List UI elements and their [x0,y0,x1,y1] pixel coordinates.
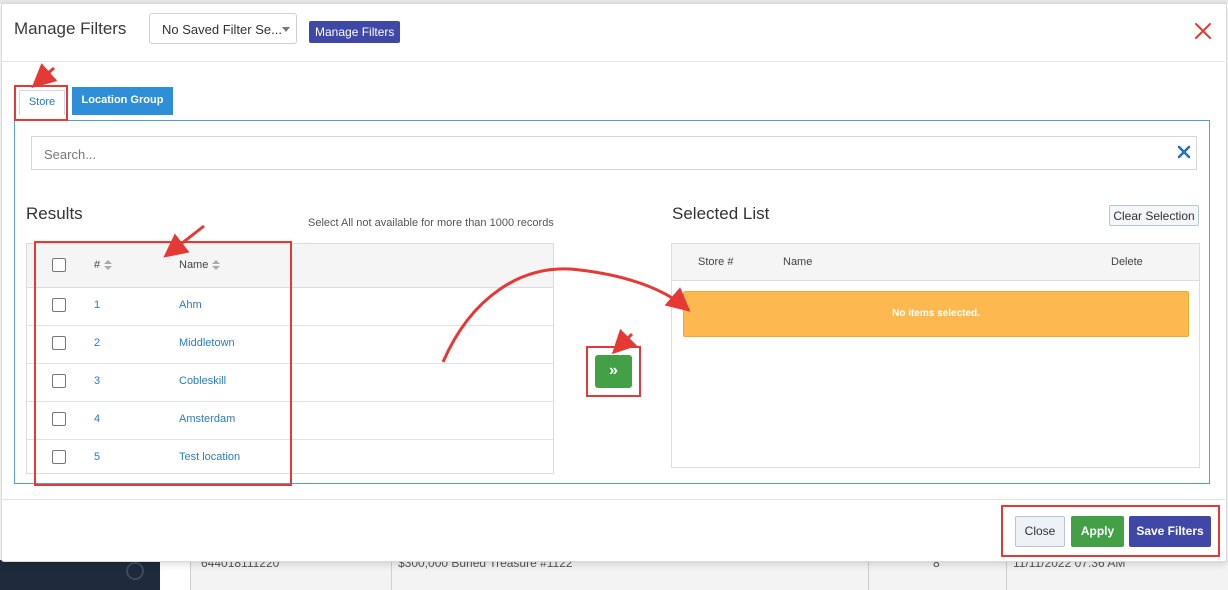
table-row: 2 Middletown [27,325,553,364]
double-chevron-right-icon: » [609,362,618,379]
apply-button[interactable]: Apply [1071,516,1124,547]
column-header-store-number: Store # [698,256,734,268]
column-label: Name [179,259,209,271]
saved-filter-value: No Saved Filter Se... [162,22,282,37]
store-number-link[interactable]: 1 [94,299,100,311]
add-selected-button[interactable]: » [595,355,632,388]
save-filters-button[interactable]: Save Filters [1129,516,1211,547]
sort-icon [212,259,221,271]
table-row: 5 Test location [27,439,553,477]
background-sidebar [0,560,160,590]
clear-search-icon[interactable] [1177,145,1191,159]
close-icon[interactable] [1192,20,1214,42]
tab-location-group[interactable]: Location Group [72,87,173,115]
background-sidebar-icon [126,562,144,580]
close-button[interactable]: Close [1015,516,1065,547]
sort-icon [104,259,113,271]
selected-list-title: Selected List [672,204,770,223]
column-label: # [94,259,101,271]
store-name-link[interactable]: Test location [179,451,240,463]
store-number-link[interactable]: 2 [94,337,100,349]
store-name-link[interactable]: Ahm [179,299,202,311]
results-table: # Name 1 Ahm 2 Middletown 3 Cobleskill 4… [26,243,554,474]
selected-table-header: Store # Name Delete [672,244,1199,281]
header-divider [1,61,1225,62]
store-number-link[interactable]: 4 [94,413,100,425]
saved-filter-select[interactable]: No Saved Filter Se... [149,13,297,44]
tab-store[interactable]: Store [19,90,65,115]
footer-divider [1,499,1225,500]
empty-selection-alert: No items selected. [683,291,1189,337]
search-box [31,136,1197,170]
column-header-delete: Delete [1111,256,1143,268]
manage-filters-button[interactable]: Manage Filters [309,21,401,43]
select-all-checkbox[interactable] [52,258,66,272]
table-row: 1 Ahm [27,287,553,326]
row-checkbox[interactable] [52,336,66,350]
search-input[interactable] [42,143,1146,165]
row-checkbox[interactable] [52,450,66,464]
column-header-number[interactable]: # [94,259,113,271]
selected-table: Store # Name Delete [671,243,1200,468]
column-header-name: Name [783,256,813,268]
results-title: Results [26,204,83,223]
column-header-name[interactable]: Name [179,259,221,271]
modal-title: Manage Filters [14,19,127,38]
clear-selection-button[interactable]: Clear Selection [1109,205,1199,226]
store-name-link[interactable]: Amsterdam [179,413,235,425]
select-all-note: Select All not available for more than 1… [308,217,554,229]
table-row: 3 Cobleskill [27,363,553,402]
store-name-link[interactable]: Middletown [179,337,235,349]
chevron-down-icon [282,27,290,32]
row-checkbox[interactable] [52,298,66,312]
store-number-link[interactable]: 3 [94,375,100,387]
table-row: 4 Amsterdam [27,401,553,440]
store-number-link[interactable]: 5 [94,451,100,463]
row-checkbox[interactable] [52,412,66,426]
background-table: 644018111220 $300,000 Buried Treasure #1… [190,556,1228,590]
row-checkbox[interactable] [52,374,66,388]
store-name-link[interactable]: Cobleskill [179,375,226,387]
results-table-header: # Name [27,244,553,288]
